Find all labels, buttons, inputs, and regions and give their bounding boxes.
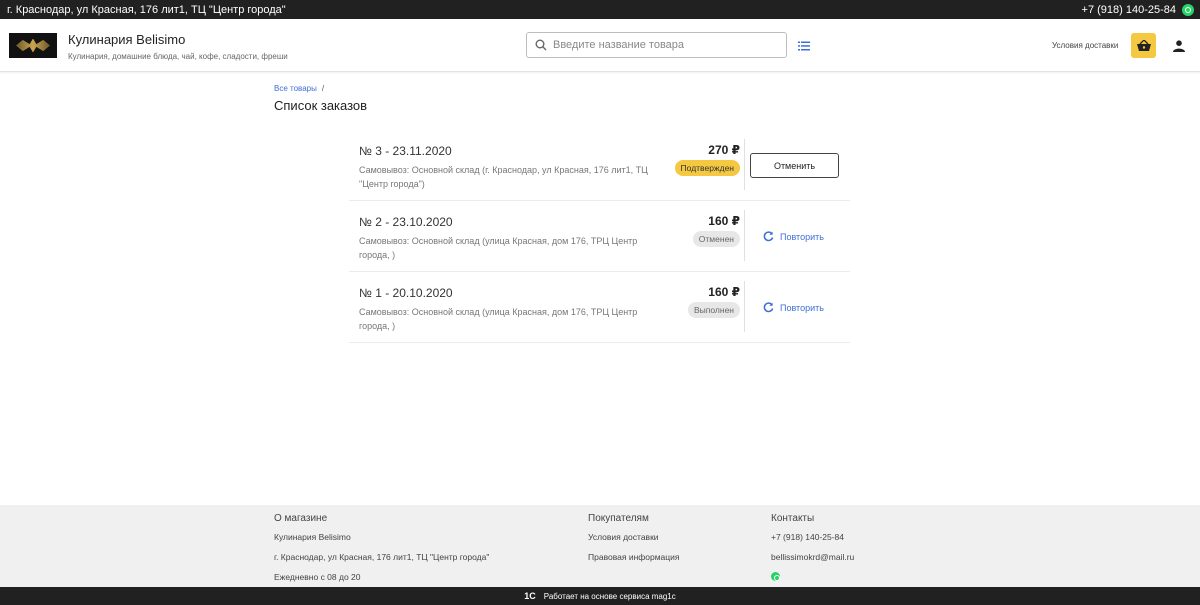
catalog-list-icon[interactable] bbox=[798, 41, 810, 51]
footer-email[interactable]: bellissimokrd@mail.ru bbox=[771, 552, 854, 562]
delivery-terms-link[interactable]: Условия доставки bbox=[1052, 41, 1118, 50]
status-badge: Отменен bbox=[692, 231, 740, 247]
refresh-icon bbox=[763, 231, 774, 242]
order-title[interactable]: № 1 - 20.10.2020 bbox=[359, 286, 453, 300]
search-box[interactable] bbox=[526, 32, 787, 58]
divider bbox=[744, 139, 745, 190]
order-address: Самовывоз: Основной склад (улица Красная… bbox=[359, 307, 638, 331]
footer-contacts-heading: Контакты bbox=[771, 513, 815, 524]
powered-by-text[interactable]: Работает на основе сервиса mag1c bbox=[544, 592, 676, 601]
bottom-bar: 1С Работает на основе сервиса mag1c bbox=[0, 587, 1200, 605]
status-badge: Подтвержден bbox=[674, 160, 740, 176]
order-title[interactable]: № 2 - 23.10.2020 bbox=[359, 215, 453, 229]
order-price: 270 ₽ bbox=[708, 143, 740, 157]
account-button[interactable] bbox=[1166, 33, 1191, 58]
order-item[interactable]: № 1 - 20.10.2020 Самовывоз: Основной скл… bbox=[349, 272, 850, 343]
search-input[interactable] bbox=[553, 39, 773, 51]
footer-about-heading: О магазине bbox=[274, 513, 328, 524]
store-address: г. Краснодар, ул Красная, 176 лит1, ТЦ "… bbox=[7, 3, 286, 16]
top-bar: г. Краснодар, ул Красная, 176 лит1, ТЦ "… bbox=[0, 0, 1200, 19]
breadcrumb-all-products[interactable]: Все товары bbox=[274, 84, 317, 93]
footer-buyers-heading: Покупателям bbox=[588, 513, 649, 524]
footer: О магазине Кулинария Belisimo г. Краснод… bbox=[0, 505, 1200, 587]
brand-subtitle: Кулинария, домашние блюда, чай, кофе, сл… bbox=[68, 52, 288, 61]
order-item[interactable]: № 3 - 23.11.2020 Самовывоз: Основной скл… bbox=[349, 130, 850, 201]
search-icon bbox=[535, 39, 547, 51]
top-bar-contacts: +7 (918) 140-25-84 bbox=[1082, 3, 1194, 16]
page-title: Список заказов bbox=[274, 98, 368, 113]
basket-icon bbox=[1136, 39, 1151, 51]
order-item[interactable]: № 2 - 23.10.2020 Самовывоз: Основной скл… bbox=[349, 201, 850, 272]
breadcrumb-separator: / bbox=[321, 84, 325, 93]
header: Кулинария Belisimo Кулинария, домашние б… bbox=[0, 19, 1200, 72]
1c-logo: 1С bbox=[524, 591, 536, 601]
footer-store-hours: Ежедневно с 08 до 20 bbox=[274, 572, 361, 582]
footer-buyers: Покупателям Условия доставки Правовая ин… bbox=[588, 513, 680, 572]
divider bbox=[744, 210, 745, 261]
refresh-icon bbox=[763, 302, 774, 313]
repeat-order-label: Повторить bbox=[780, 231, 824, 242]
cart-button[interactable] bbox=[1131, 33, 1156, 58]
brand: Кулинария Belisimo Кулинария, домашние б… bbox=[68, 32, 288, 61]
order-title[interactable]: № 3 - 23.11.2020 bbox=[359, 144, 452, 158]
repeat-order-button[interactable]: Повторить bbox=[763, 231, 824, 242]
orders-list: № 3 - 23.11.2020 Самовывоз: Основной скл… bbox=[349, 130, 850, 343]
whatsapp-icon[interactable] bbox=[1182, 3, 1194, 16]
store-logo[interactable] bbox=[9, 33, 57, 58]
divider bbox=[744, 281, 745, 332]
footer-contacts: Контакты +7 (918) 140-25-84 bellissimokr… bbox=[771, 513, 854, 583]
order-address: Самовывоз: Основной склад (г. Краснодар,… bbox=[359, 165, 648, 189]
cancel-order-button[interactable]: Отменить bbox=[750, 153, 839, 178]
footer-phone[interactable]: +7 (918) 140-25-84 bbox=[771, 532, 854, 542]
order-address: Самовывоз: Основной склад (улица Красная… bbox=[359, 236, 638, 260]
user-icon bbox=[1172, 39, 1185, 52]
order-price: 160 ₽ bbox=[708, 214, 740, 228]
order-price: 160 ₽ bbox=[708, 285, 740, 299]
footer-store-name: Кулинария Belisimo bbox=[274, 532, 351, 542]
footer-whatsapp-icon[interactable] bbox=[771, 572, 780, 581]
footer-store-address: г. Краснодар, ул Красная, 176 лит1, ТЦ "… bbox=[274, 552, 490, 562]
footer-legal-link[interactable]: Правовая информация bbox=[588, 552, 680, 562]
repeat-order-label: Повторить bbox=[780, 302, 824, 313]
repeat-order-button[interactable]: Повторить bbox=[763, 302, 824, 313]
footer-about: О магазине Кулинария Belisimo г. Краснод… bbox=[274, 513, 489, 592]
brand-name[interactable]: Кулинария Belisimo bbox=[68, 32, 288, 47]
footer-delivery-link[interactable]: Условия доставки bbox=[588, 532, 680, 542]
status-badge: Выполнен bbox=[688, 302, 740, 318]
breadcrumb: Все товары / bbox=[274, 84, 324, 93]
store-phone[interactable]: +7 (918) 140-25-84 bbox=[1082, 4, 1176, 16]
